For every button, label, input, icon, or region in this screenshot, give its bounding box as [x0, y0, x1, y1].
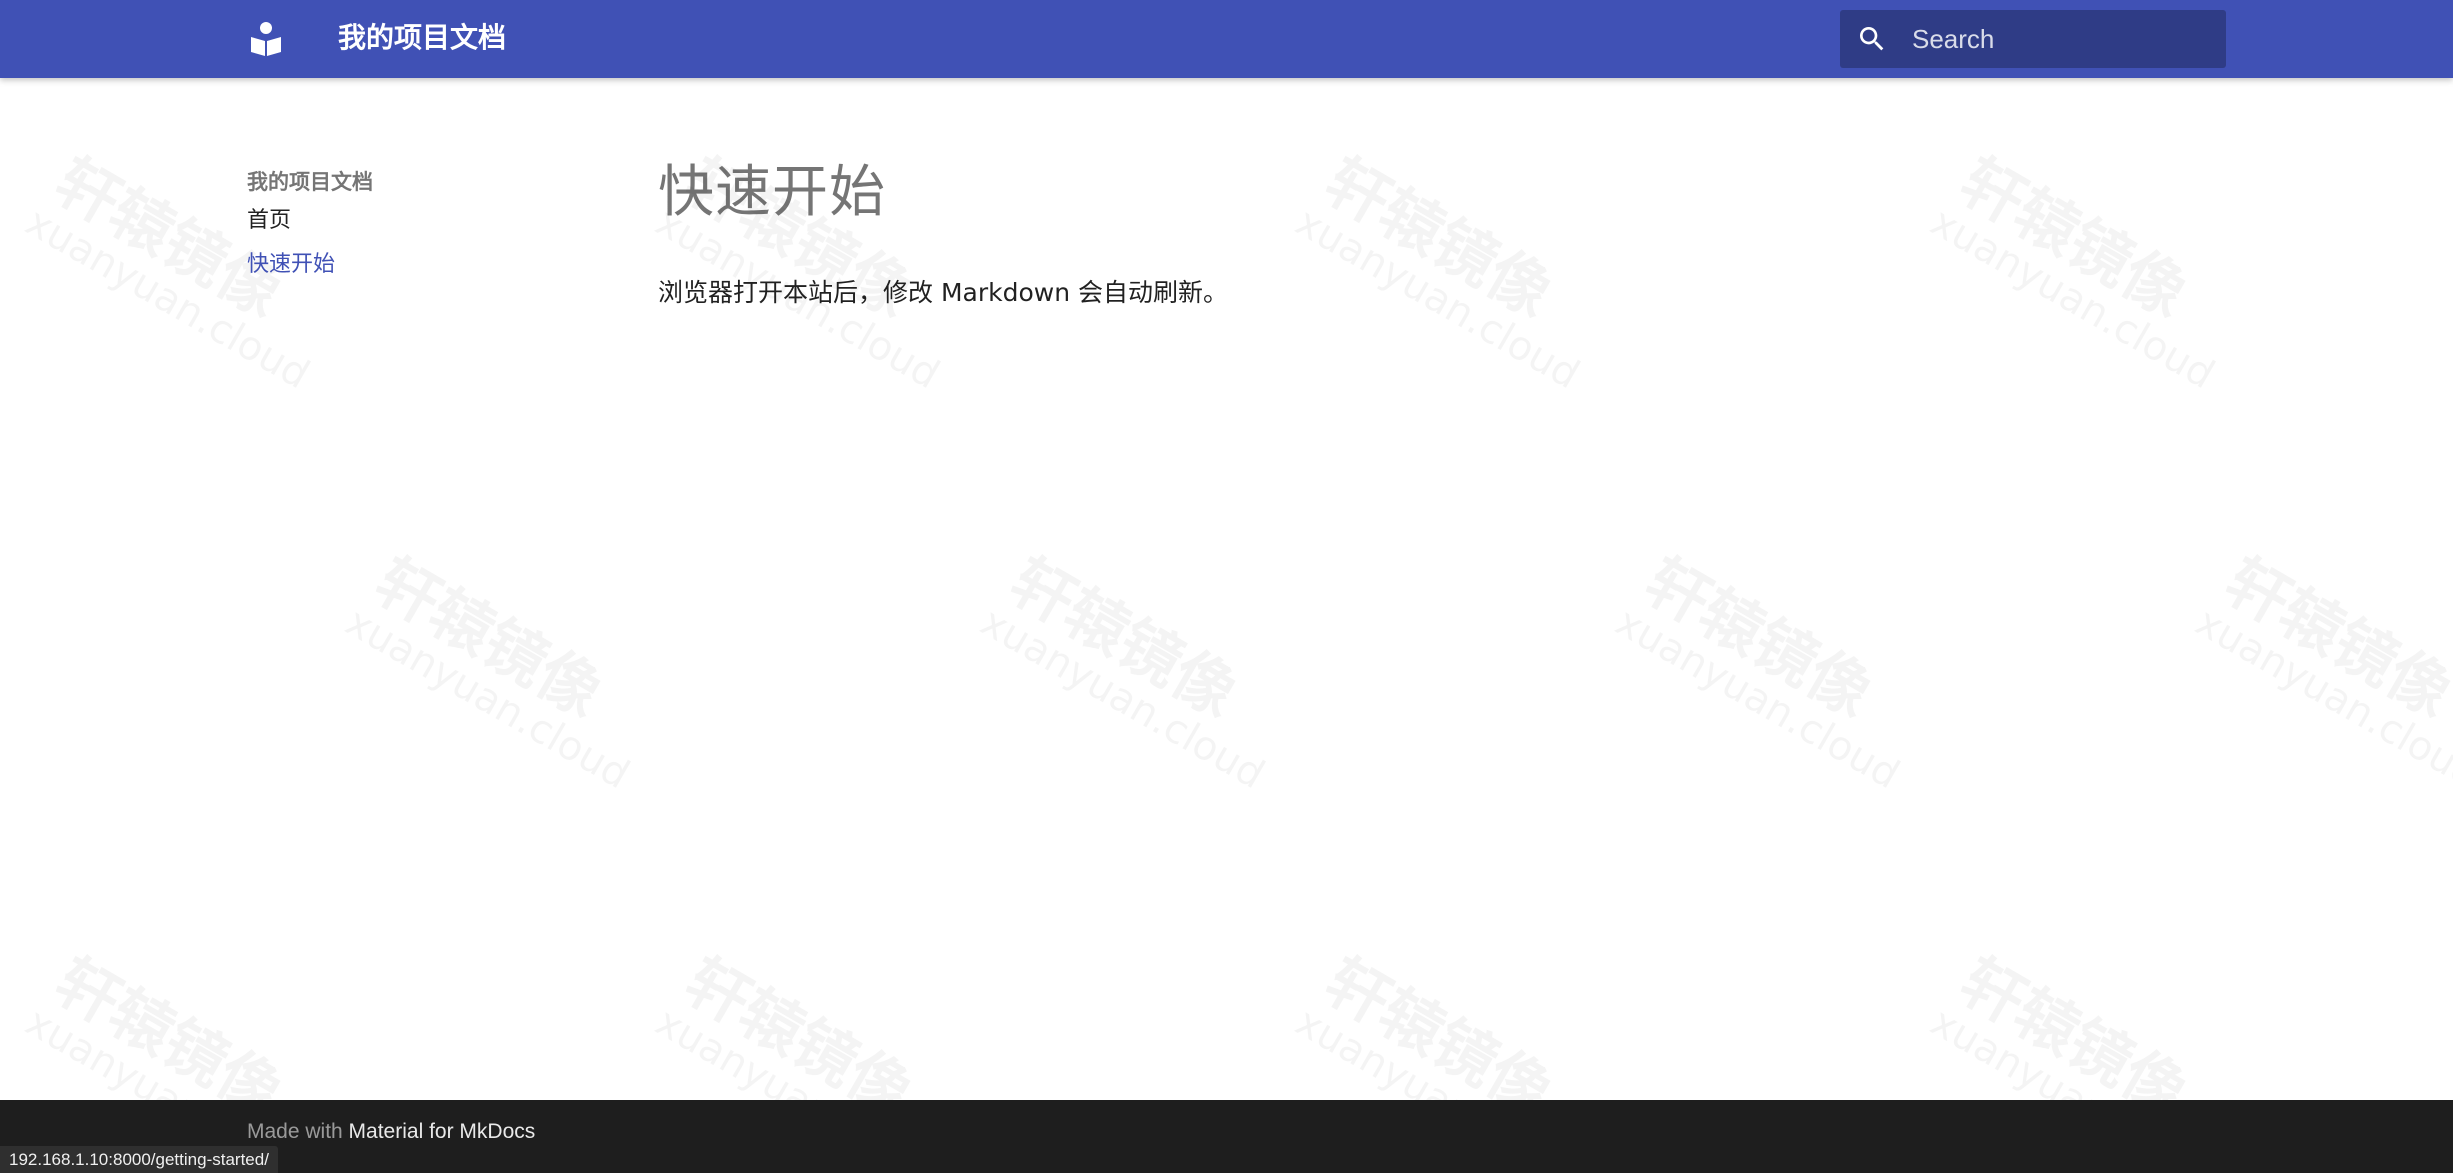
main-content: 快速开始 浏览器打开本站后，修改 Markdown 会自动刷新。	[658, 150, 1228, 310]
watermark: 轩辕镜像xuanyuan.cloud	[1907, 144, 2222, 398]
page-paragraph: 浏览器打开本站后，修改 Markdown 会自动刷新。	[658, 278, 1228, 307]
watermark: 轩辕镜像xuanyuan.cloud	[1592, 544, 1907, 798]
footer-credit: Made with Material for MkDocs	[247, 1120, 535, 1144]
site-title[interactable]: 我的项目文档	[338, 18, 506, 58]
footer: Made with Material for MkDocs	[0, 1100, 2453, 1173]
top-header: 我的项目文档	[0, 0, 2453, 78]
footer-prefix: Made with	[247, 1120, 349, 1143]
watermark: 轩辕镜像xuanyuan.cloud	[2172, 544, 2453, 798]
page: 轩辕镜像xuanyuan.cloud 轩辕镜像xuanyuan.cloud 轩辕…	[0, 0, 2453, 1173]
sidebar-item-home[interactable]: 首页	[247, 199, 373, 243]
sidebar-item-getting-started[interactable]: 快速开始	[247, 243, 373, 287]
page-title: 快速开始	[658, 160, 886, 225]
watermark: 轩辕镜像xuanyuan.cloud	[1272, 144, 1587, 398]
search-input[interactable]	[1912, 10, 2212, 68]
sidebar-nav: 我的项目文档 首页 快速开始	[247, 165, 373, 287]
nav-title: 我的项目文档	[247, 170, 373, 194]
watermark: 轩辕镜像xuanyuan.cloud	[322, 544, 637, 798]
search-box[interactable]	[1840, 10, 2226, 68]
book-reader-icon[interactable]	[250, 21, 282, 57]
status-bar-url: 192.168.1.10:8000/getting-started/	[0, 1146, 278, 1173]
material-mkdocs-link[interactable]: Material for MkDocs	[349, 1120, 536, 1143]
search-icon[interactable]	[1856, 23, 1888, 55]
watermark: 轩辕镜像xuanyuan.cloud	[957, 544, 1272, 798]
